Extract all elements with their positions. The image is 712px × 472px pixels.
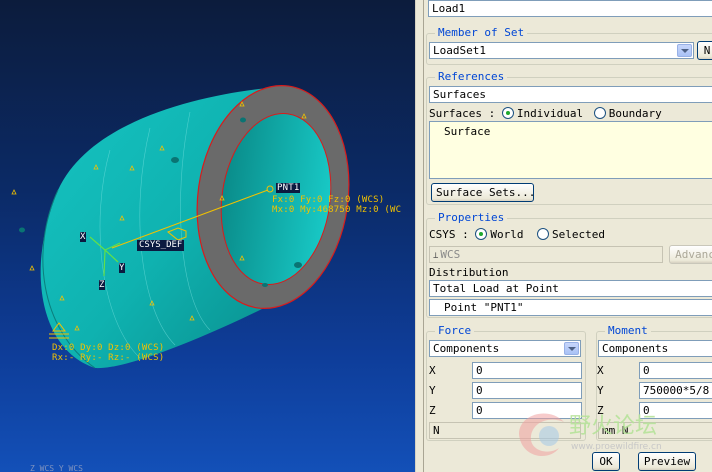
model-viewport[interactable]: PNT1 Fx:0 Fy:0 Fz:0 (WCS) Mx:0 My:468750…	[0, 0, 415, 472]
selected-label[interactable]: Selected	[552, 228, 605, 241]
force-mode-select[interactable]: Components	[429, 340, 581, 357]
csys-icon: ⊥	[433, 251, 439, 261]
force-z-label: Z	[429, 404, 436, 417]
individual-radio[interactable]	[501, 107, 514, 119]
surface-reference-list[interactable]: Surface	[429, 121, 712, 179]
csys-reference-value: WCS	[440, 248, 461, 261]
csys-label: CSYS :	[429, 228, 469, 241]
individual-label[interactable]: Individual	[517, 107, 583, 120]
axis-z-label: Z	[99, 280, 105, 290]
axis-y-label: Y	[119, 263, 125, 273]
csys-reference-field: ⊥ WCS	[429, 246, 663, 263]
load-components-label: Fx:0 Fy:0 Fz:0 (WCS)	[272, 195, 385, 205]
force-y-label: Y	[429, 384, 436, 397]
model-graphics	[11, 84, 350, 369]
moment-y-input[interactable]: 750000*5/8	[639, 382, 712, 399]
reference-type-field[interactable]: Surfaces	[429, 86, 712, 103]
force-x-label: X	[429, 364, 436, 377]
moment-mode-select[interactable]: Components	[598, 340, 712, 357]
moment-x-label: X	[597, 364, 604, 377]
surfaces-label: Surfaces :	[429, 107, 496, 120]
distribution-label: Distribution	[429, 266, 509, 279]
moment-x-input[interactable]: 0	[639, 362, 712, 379]
selected-radio[interactable]	[537, 228, 549, 240]
force-mode-value: Components	[433, 342, 500, 355]
world-radio[interactable]	[475, 228, 488, 240]
moment-title: Moment	[605, 325, 651, 337]
surface-sets-button[interactable]: Surface Sets...	[431, 183, 535, 202]
world-label[interactable]: World	[490, 228, 523, 241]
force-x-input[interactable]: 0	[472, 362, 582, 379]
point-reference-field[interactable]: Point "PNT1"	[429, 299, 712, 316]
ok-button[interactable]: OK	[592, 452, 620, 471]
load-set-select[interactable]: LoadSet1	[429, 42, 694, 59]
moment-components-label: Mx:0 My:468750 Mz:0 (WC	[272, 205, 402, 215]
forum-watermark: 野火论坛 www.proewildfire.cn	[509, 404, 662, 467]
surfaces-selection-row: Surfaces : Individual Boundary	[429, 107, 662, 120]
constraint-rotation-label: Rx:- Ry:- Rz:- (WCS)	[52, 353, 165, 363]
force-title: Force	[435, 325, 475, 337]
force-load-dialog: Load1 Member of Set LoadSet1 N Reference…	[424, 0, 712, 472]
moment-y-label: Y	[597, 384, 604, 397]
csys-def-label: CSYS_DEF	[137, 240, 185, 251]
panel-splitter[interactable]	[415, 0, 424, 472]
surface-list-item[interactable]: Surface	[444, 125, 490, 138]
properties-title: Properties	[435, 212, 508, 224]
csys-selection-row: CSYS : World	[429, 228, 524, 241]
boundary-label[interactable]: Boundary	[609, 107, 662, 120]
references-title: References	[435, 71, 508, 83]
boundary-radio[interactable]	[593, 107, 606, 119]
advanced-button[interactable]: Advanc	[669, 245, 712, 264]
chevron-down-icon[interactable]	[564, 342, 579, 355]
watermark-url: www.proewildfire.cn	[571, 442, 662, 452]
force-y-input[interactable]: 0	[472, 382, 582, 399]
constraint-displacement-label: Dx:0 Dy:0 Dz:0 (WCS)	[52, 343, 165, 353]
distribution-select[interactable]: Total Load at Point	[429, 280, 712, 297]
selected-option: Selected	[537, 228, 605, 241]
wcs-triad-label: Z WCS Y WCS	[30, 464, 83, 472]
load-set-value: LoadSet1	[433, 44, 486, 57]
watermark-text: 野火论坛	[569, 414, 658, 439]
new-load-set-button[interactable]: N	[697, 41, 712, 60]
chevron-down-icon[interactable]	[677, 44, 692, 57]
member-of-set-title: Member of Set	[435, 27, 528, 39]
axis-x-label: X	[80, 232, 86, 242]
load-name-field[interactable]: Load1	[428, 0, 712, 17]
preview-button[interactable]: Preview	[638, 452, 696, 471]
pnt1-label: PNT1	[276, 183, 301, 193]
